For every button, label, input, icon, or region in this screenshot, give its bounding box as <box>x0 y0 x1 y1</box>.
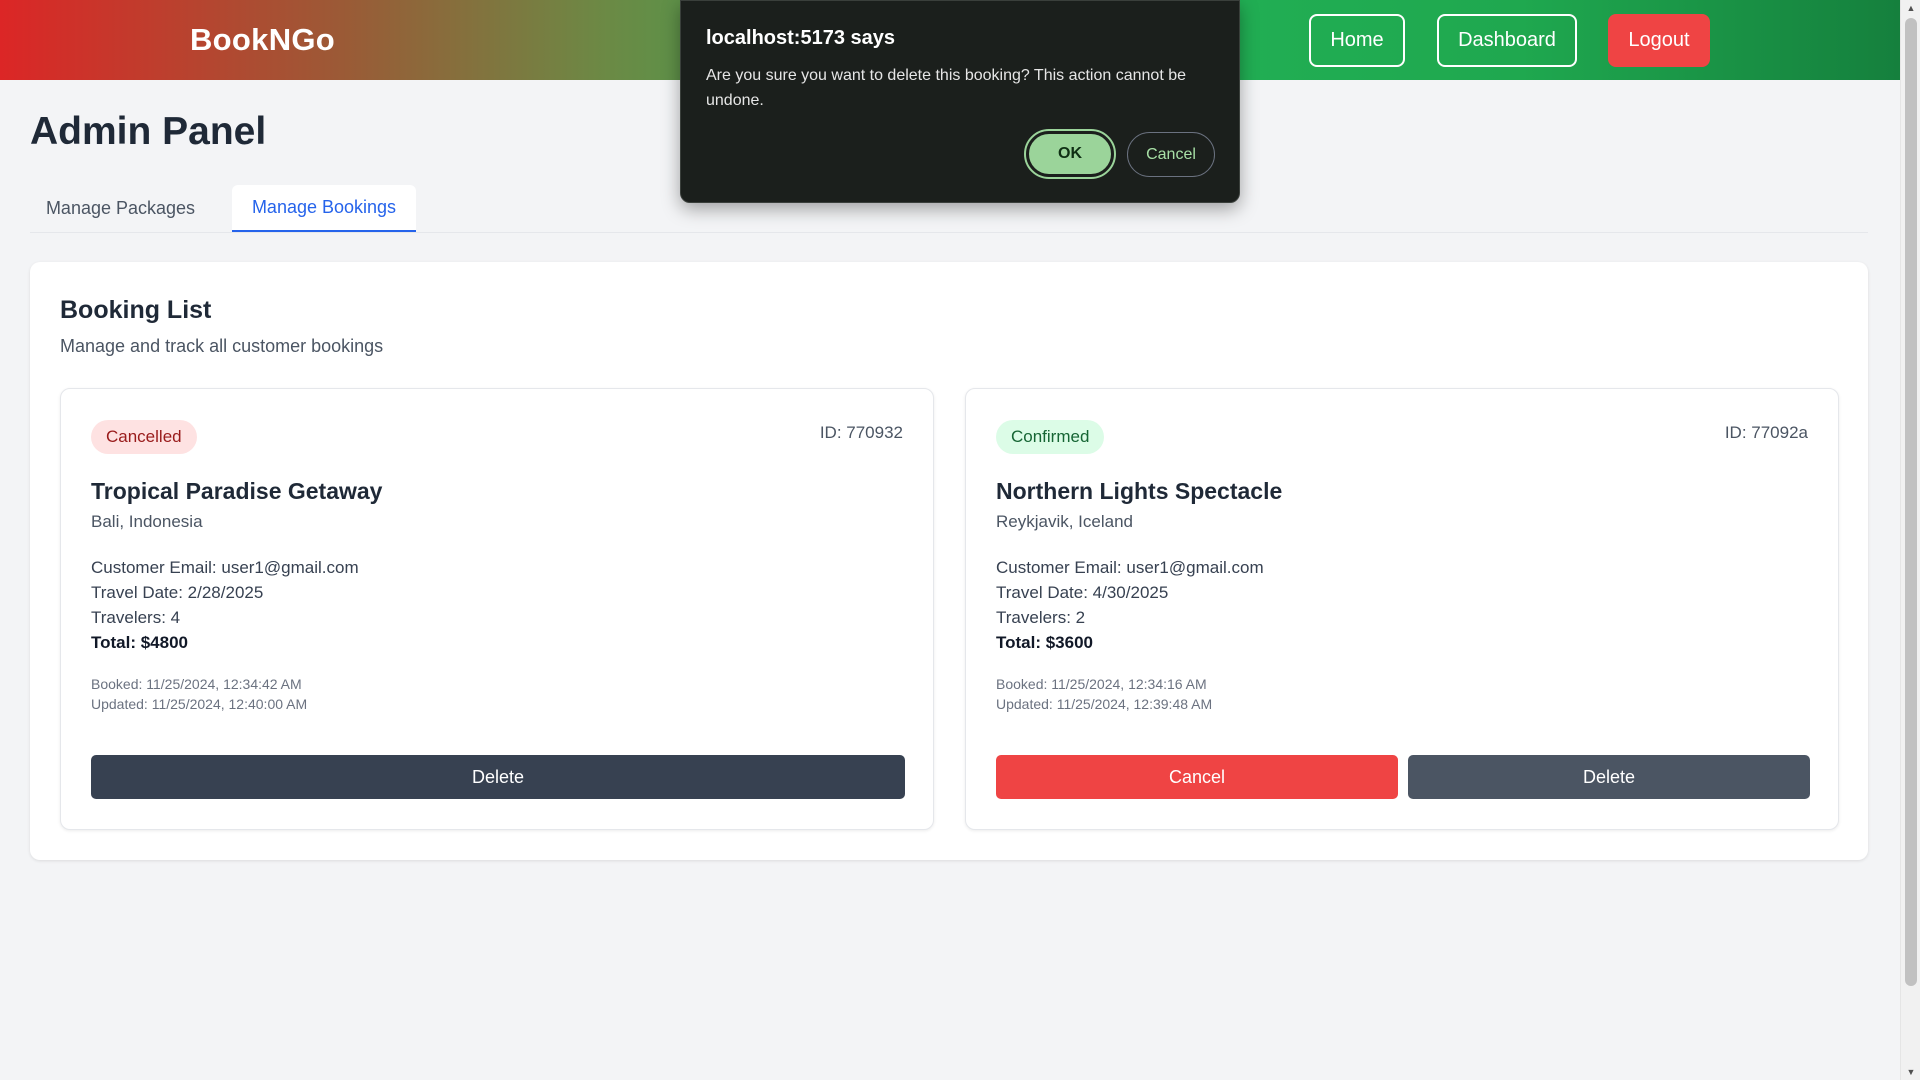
booking-card: Confirmed ID: 77092a Northern Lights Spe… <box>965 388 1839 830</box>
package-location: Reykjavik, Iceland <box>996 512 1134 531</box>
dialog-message: Are you sure you want to delete this boo… <box>706 67 1187 109</box>
dashboard-button[interactable]: Dashboard <box>1437 14 1577 67</box>
dialog-title: localhost:5173 says <box>706 27 895 49</box>
tab-manage-bookings[interactable]: Manage Bookings <box>232 185 416 232</box>
status-badge: Cancelled <box>91 420 197 454</box>
scroll-up-icon[interactable]: ▲ <box>1901 0 1920 16</box>
booking-id: ID: 77092a <box>1724 423 1808 442</box>
booking-id: ID: 770932 <box>819 423 903 442</box>
status-badge: Confirmed <box>996 420 1105 454</box>
booking-total: Total: $4800 <box>91 633 189 652</box>
booked-timestamp: Booked: 11/25/2024, 12:34:42 AM <box>91 676 302 692</box>
booking-total: Total: $3600 <box>996 633 1094 652</box>
page-title: Admin Panel <box>30 110 267 153</box>
customer-email: Customer Email: user1@gmail.com <box>91 558 359 577</box>
package-title: Northern Lights Spectacle <box>996 478 1283 504</box>
travel-date: Travel Date: 2/28/2025 <box>91 583 264 602</box>
scrollbar-thumb[interactable] <box>1905 18 1917 986</box>
travelers-count: Travelers: 4 <box>91 608 181 627</box>
travel-date: Travel Date: 4/30/2025 <box>996 583 1169 602</box>
page-scrollbar[interactable]: ▲ ▼ <box>1900 0 1920 1080</box>
confirm-dialog: localhost:5173 says Are you sure you wan… <box>680 0 1240 203</box>
tab-manage-packages[interactable]: Manage Packages <box>30 185 211 232</box>
updated-timestamp: Updated: 11/25/2024, 12:39:48 AM <box>996 696 1213 712</box>
cancel-booking-button[interactable]: Cancel <box>996 755 1398 799</box>
booking-card: Cancelled ID: 770932 Tropical Paradise G… <box>60 388 934 830</box>
updated-timestamp: Updated: 11/25/2024, 12:40:00 AM <box>91 696 308 712</box>
scroll-down-icon[interactable]: ▼ <box>1901 1064 1920 1080</box>
delete-booking-button[interactable]: Delete <box>91 755 905 799</box>
booking-list-subtitle: Manage and track all customer bookings <box>60 336 384 356</box>
logout-button[interactable]: Logout <box>1608 14 1710 67</box>
travelers-count: Travelers: 2 <box>996 608 1086 627</box>
booking-list-title: Booking List <box>60 296 212 324</box>
booked-timestamp: Booked: 11/25/2024, 12:34:16 AM <box>996 676 1207 692</box>
booking-list-panel: Booking List Manage and track all custom… <box>30 262 1868 860</box>
package-location: Bali, Indonesia <box>91 512 203 531</box>
dialog-cancel-button[interactable]: Cancel <box>1127 132 1215 177</box>
dialog-ok-button[interactable]: OK <box>1024 129 1116 179</box>
customer-email: Customer Email: user1@gmail.com <box>996 558 1264 577</box>
home-button[interactable]: Home <box>1309 14 1405 67</box>
package-title: Tropical Paradise Getaway <box>91 478 383 504</box>
delete-booking-button[interactable]: Delete <box>1408 755 1810 799</box>
brand-logo[interactable]: BookNGo <box>190 22 335 58</box>
